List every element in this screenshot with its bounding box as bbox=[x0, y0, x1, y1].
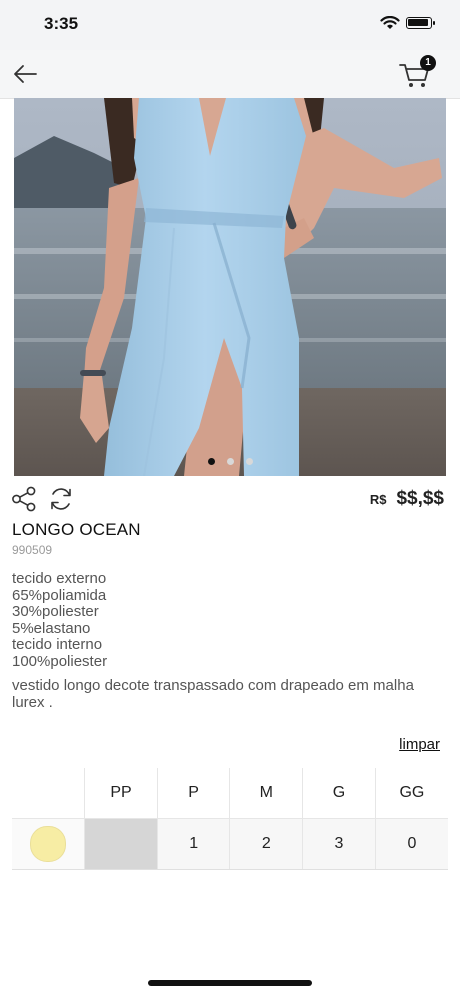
product-title: LONGO OCEAN bbox=[12, 520, 141, 539]
product-composition: tecido externo 65%poliamida 30%poliester… bbox=[12, 570, 442, 670]
carousel-dot[interactable] bbox=[226, 458, 234, 465]
refresh-icon[interactable] bbox=[48, 486, 74, 512]
status-time: 3:35 bbox=[44, 14, 79, 33]
nav-bar: 1 bbox=[0, 50, 460, 99]
size-header: M bbox=[229, 768, 303, 819]
price-value: $$,$$ bbox=[396, 488, 444, 509]
home-indicator bbox=[148, 980, 312, 986]
size-header-row: PP P M G GG bbox=[12, 768, 448, 819]
composition-line: tecido interno bbox=[12, 636, 103, 653]
share-icon[interactable] bbox=[11, 486, 37, 512]
carousel-dot[interactable] bbox=[207, 458, 215, 465]
size-header: PP bbox=[84, 768, 158, 819]
quantity-cell-unavailable bbox=[84, 818, 158, 870]
quantity-cell[interactable]: 3 bbox=[302, 818, 376, 870]
battery-icon bbox=[406, 17, 435, 29]
color-swatch[interactable] bbox=[30, 826, 67, 862]
composition-line: 100%poliester bbox=[12, 652, 108, 670]
product-image[interactable] bbox=[14, 98, 446, 476]
composition-line: 65%poliamida bbox=[12, 586, 107, 604]
wifi-icon bbox=[380, 16, 400, 29]
composition-line: 5%elastano bbox=[12, 619, 91, 637]
size-header: GG bbox=[374, 768, 448, 819]
back-arrow-icon[interactable] bbox=[12, 62, 38, 86]
product-description: vestido longo decote transpassado com dr… bbox=[12, 677, 414, 711]
price: R$ $$,$$ bbox=[370, 488, 444, 510]
cart-count-badge: 1 bbox=[420, 55, 436, 71]
quantity-cell[interactable]: 0 bbox=[374, 818, 448, 870]
carousel-dot[interactable] bbox=[245, 458, 253, 465]
price-currency: R$ bbox=[369, 492, 387, 507]
product-code: 990509 bbox=[12, 543, 53, 557]
color-column-header bbox=[12, 768, 85, 819]
carousel-dots bbox=[14, 458, 446, 465]
status-bar: 3:35 bbox=[0, 0, 460, 50]
quantity-cell[interactable]: 2 bbox=[229, 818, 303, 870]
quantity-cell[interactable]: 1 bbox=[156, 818, 230, 870]
clear-link[interactable]: limpar bbox=[399, 736, 440, 753]
size-header: G bbox=[302, 768, 376, 819]
size-header: P bbox=[156, 768, 230, 819]
size-grid: PP P M G GG 1 2 3 0 bbox=[12, 768, 448, 870]
quantity-row: 1 2 3 0 bbox=[12, 818, 448, 870]
composition-line: tecido externo bbox=[12, 570, 107, 587]
product-photo-illustration bbox=[14, 98, 446, 476]
color-cell bbox=[12, 818, 85, 870]
composition-line: 30%poliester bbox=[12, 603, 99, 620]
